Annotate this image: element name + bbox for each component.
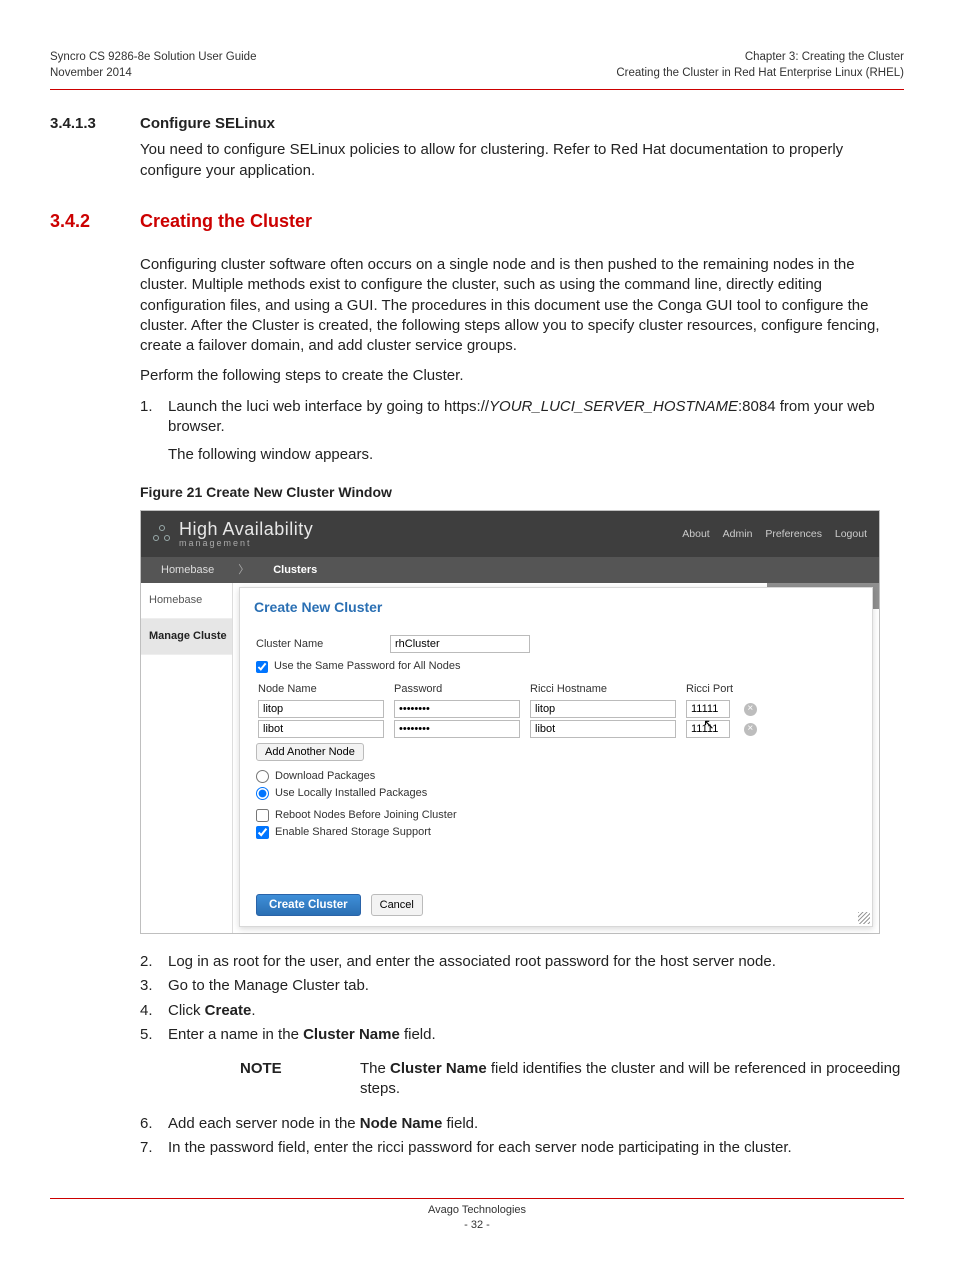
create-cluster-dialog: Create New Cluster Cluster Name Use the … (239, 587, 873, 927)
download-packages-radio[interactable] (256, 770, 269, 783)
step-1-text: Launch the luci web interface by going t… (168, 398, 875, 435)
luci-toplinks: About Admin Preferences Logout (672, 527, 867, 541)
step-6-text: Add each server node in the Node Name fi… (168, 1114, 904, 1134)
node-password-input-1[interactable] (394, 700, 520, 718)
section-number-342: 3.4.2 (50, 211, 90, 231)
note-label: NOTE (240, 1059, 360, 1100)
section-3413-p1: You need to configure SELinux policies t… (140, 140, 904, 181)
step-4-text: Click Create. (168, 1001, 904, 1021)
page-header: Syncro CS 9286-8e Solution User Guide No… (50, 50, 904, 81)
table-row: × (256, 699, 761, 719)
section-title-342: Creating the Cluster (140, 209, 904, 233)
col-password: Password (392, 680, 528, 699)
luci-brand-title: High Availability (179, 520, 313, 538)
ricci-hostname-input-1[interactable] (530, 700, 676, 718)
section-342-p2: Perform the following steps to create th… (140, 366, 904, 386)
col-ricci-hostname: Ricci Hostname (528, 680, 684, 699)
table-row: × (256, 719, 761, 739)
tab-clusters[interactable]: Clusters (263, 557, 327, 583)
luci-brand: High Availability management (153, 520, 313, 549)
shared-storage-label: Enable Shared Storage Support (275, 825, 431, 840)
step-2-text: Log in as root for the user, and enter t… (168, 952, 904, 972)
col-ricci-port: Ricci Port (684, 680, 742, 699)
tab-homebase[interactable]: Homebase (151, 557, 224, 583)
ricci-hostname-input-2[interactable] (530, 720, 676, 738)
shared-storage-checkbox[interactable] (256, 826, 269, 839)
step-7-num: 7. (140, 1138, 168, 1158)
step-1-line2: The following window appears. (168, 445, 904, 465)
note-block: NOTE The Cluster Name field identifies t… (240, 1059, 904, 1100)
remove-node-icon[interactable]: × (744, 723, 757, 736)
luci-sidebar: Homebase Manage Cluste (141, 583, 233, 933)
header-left-1: Syncro CS 9286-8e Solution User Guide (50, 50, 256, 66)
node-password-input-2[interactable] (394, 720, 520, 738)
local-packages-radio[interactable] (256, 787, 269, 800)
ricci-port-input-1[interactable] (686, 700, 730, 718)
ricci-port-input-2[interactable] (686, 720, 730, 738)
footer-company: Avago Technologies (50, 1203, 904, 1218)
cancel-button[interactable]: Cancel (371, 894, 423, 916)
toplink-preferences[interactable]: Preferences (765, 528, 822, 540)
cluster-name-input[interactable] (390, 635, 530, 653)
header-right-2: Creating the Cluster in Red Hat Enterpri… (616, 66, 904, 82)
resize-handle-icon[interactable] (858, 912, 870, 924)
header-left-2: November 2014 (50, 66, 256, 82)
reboot-nodes-checkbox[interactable] (256, 809, 269, 822)
step-6-num: 6. (140, 1114, 168, 1134)
sidebar-item-homebase[interactable]: Homebase (141, 583, 232, 619)
section-title-3413: Configure SELinux (140, 114, 904, 134)
step-2-num: 2. (140, 952, 168, 972)
header-right-1: Chapter 3: Creating the Cluster (616, 50, 904, 66)
create-cluster-button[interactable]: Create Cluster (256, 894, 361, 916)
col-node-name: Node Name (256, 680, 392, 699)
step-4-num: 4. (140, 1001, 168, 1021)
step-3-text: Go to the Manage Cluster tab. (168, 976, 904, 996)
remove-node-icon[interactable]: × (744, 703, 757, 716)
step-5-num: 5. (140, 1025, 168, 1045)
step-3-num: 3. (140, 976, 168, 996)
chevron-right-icon: 〉 (238, 563, 249, 578)
toplink-logout[interactable]: Logout (835, 528, 867, 540)
step-1-num: 1. (140, 397, 168, 466)
download-packages-label: Download Packages (275, 769, 375, 784)
figure-21-screenshot: High Availability management About Admin… (140, 510, 880, 934)
nodes-table: Node Name Password Ricci Hostname Ricci … (256, 680, 761, 739)
section-number-3413: 3.4.1.3 (50, 114, 140, 191)
section-342-p1: Configuring cluster software often occur… (140, 255, 904, 356)
figure-21-caption: Figure 21 Create New Cluster Window (140, 483, 904, 502)
node-name-input-2[interactable] (258, 720, 384, 738)
step-5-text: Enter a name in the Cluster Name field. (168, 1025, 904, 1045)
sidebar-item-manage-clusters[interactable]: Manage Cluste (141, 619, 232, 655)
step-7-text: In the password field, enter the ricci p… (168, 1138, 904, 1158)
node-name-input-1[interactable] (258, 700, 384, 718)
header-rule (50, 89, 904, 90)
cluster-name-label: Cluster Name (256, 637, 384, 652)
local-packages-label: Use Locally Installed Packages (275, 786, 427, 801)
toplink-about[interactable]: About (682, 528, 709, 540)
dialog-title: Create New Cluster (240, 588, 872, 623)
reboot-nodes-label: Reboot Nodes Before Joining Cluster (275, 808, 457, 823)
note-body: The Cluster Name field identifies the cl… (360, 1059, 904, 1100)
same-password-label: Use the Same Password for All Nodes (274, 659, 460, 674)
footer-page-number: - 32 - (50, 1218, 904, 1233)
toplink-admin[interactable]: Admin (723, 528, 753, 540)
same-password-checkbox[interactable] (256, 661, 268, 673)
add-another-node-button[interactable]: Add Another Node (256, 743, 364, 761)
ha-logo-icon (153, 525, 171, 543)
footer-rule (50, 1198, 904, 1199)
